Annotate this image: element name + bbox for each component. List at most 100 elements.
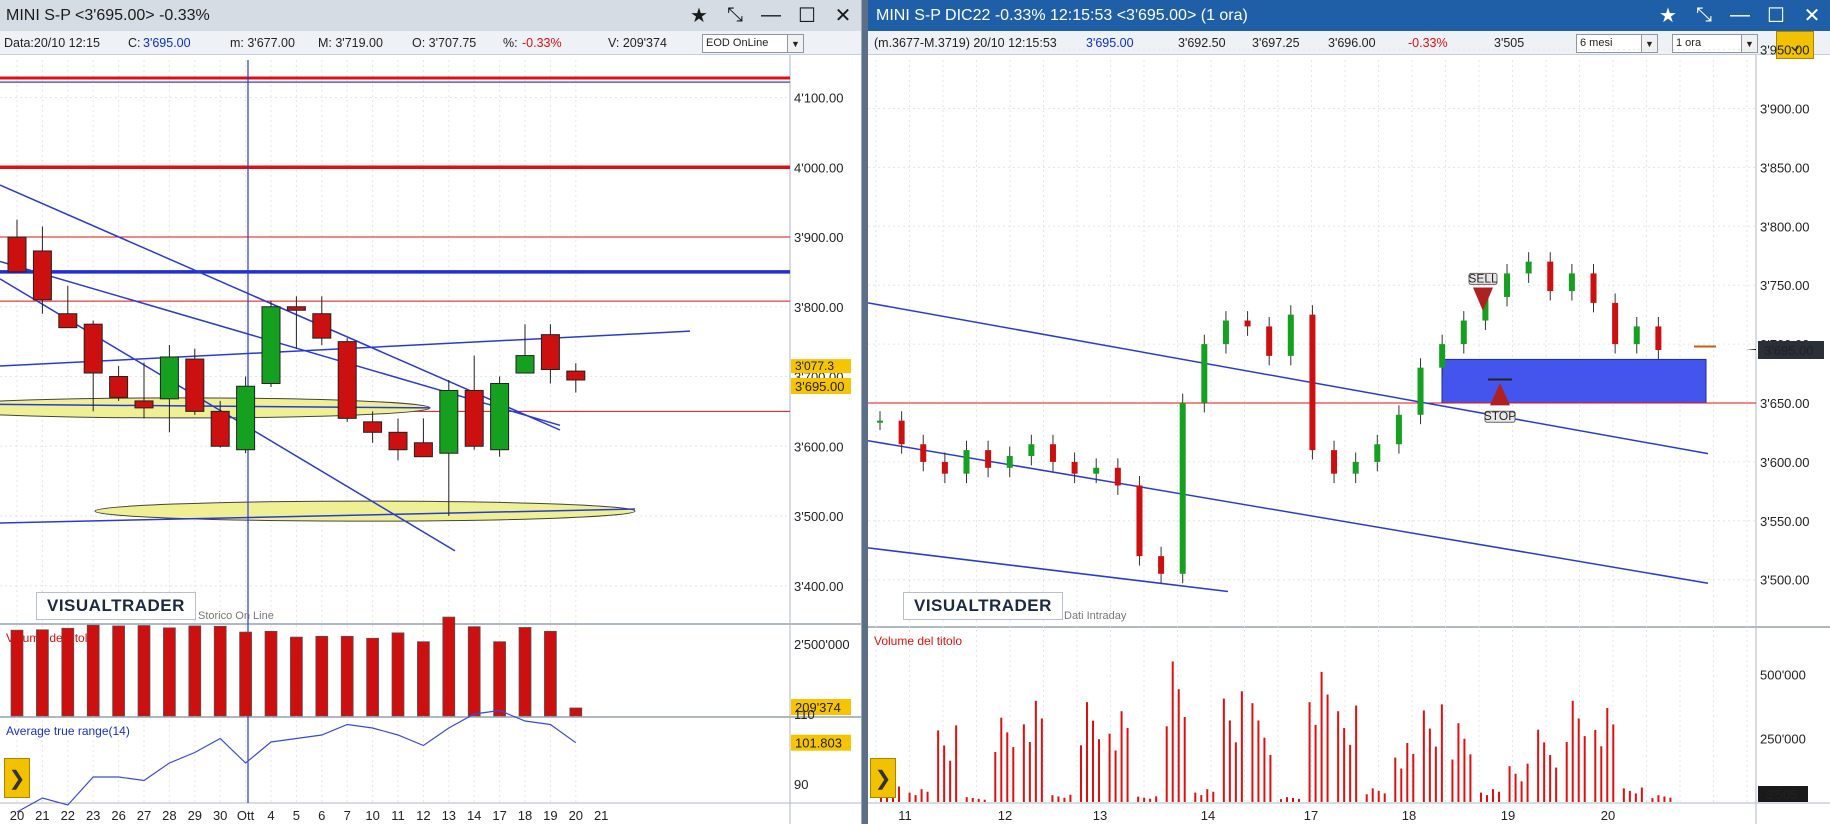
candle-body bbox=[1114, 467, 1121, 486]
candle-body bbox=[1417, 367, 1424, 415]
intraday-candle bbox=[985, 440, 992, 478]
price-tick-label: 3'500.00 bbox=[794, 509, 843, 524]
candle bbox=[159, 345, 179, 433]
volume-bar bbox=[1371, 788, 1374, 802]
candle-body bbox=[1158, 556, 1165, 574]
date-tick-label: 12 bbox=[416, 808, 430, 823]
price-tick-label: 3'800.00 bbox=[794, 300, 843, 315]
volume-bar bbox=[493, 641, 506, 717]
candle-body bbox=[1374, 444, 1381, 462]
volume-bar bbox=[1183, 717, 1186, 802]
intraday-candle bbox=[1331, 440, 1338, 484]
volume-axis-label: 2'500'000 bbox=[794, 637, 850, 652]
volume-bar bbox=[340, 635, 354, 717]
stop-label: STOP bbox=[1484, 409, 1516, 423]
candle bbox=[83, 320, 103, 412]
candle-body bbox=[83, 323, 103, 374]
volume-bar bbox=[1412, 753, 1415, 802]
volume-bar bbox=[1349, 744, 1352, 802]
intraday-candle bbox=[1201, 334, 1208, 413]
date-tick-label: 27 bbox=[137, 808, 151, 823]
candle-body bbox=[1309, 314, 1316, 451]
intraday-candle bbox=[920, 434, 927, 472]
candle-body bbox=[1352, 461, 1359, 474]
volume-bar bbox=[908, 792, 911, 802]
volume-bar bbox=[86, 624, 100, 717]
price-tick-label: 3'600.00 bbox=[1760, 455, 1809, 470]
left-chart-canvas[interactable]: 4'100.004'000.003'900.003'800.003'700.00… bbox=[0, 0, 862, 824]
candle-body bbox=[963, 450, 970, 474]
candle-body bbox=[185, 358, 205, 412]
candle-body bbox=[941, 461, 948, 474]
volume-bar bbox=[1240, 691, 1243, 802]
intraday-candle bbox=[1006, 446, 1013, 478]
intraday-candle bbox=[1395, 405, 1402, 454]
left-scroll-arrow-icon[interactable]: ❯ bbox=[4, 758, 30, 798]
date-tick-label: 18 bbox=[518, 808, 532, 823]
volume-bar bbox=[290, 636, 303, 717]
volume-bar bbox=[1108, 733, 1111, 802]
volume-bar bbox=[1492, 789, 1494, 802]
date-tick-label: 30 bbox=[213, 808, 227, 823]
candle-body bbox=[1439, 344, 1446, 368]
date-tick-label: 14 bbox=[1201, 808, 1215, 823]
candle-body bbox=[312, 313, 332, 339]
volume-bar bbox=[1308, 702, 1311, 802]
atr-tag-text: 101.803 bbox=[795, 736, 842, 751]
hidden-price-tag-text: 3'077.3 bbox=[795, 359, 834, 373]
volume-bar bbox=[1394, 757, 1397, 802]
candle-body bbox=[1244, 320, 1251, 327]
date-tick-label: 23 bbox=[86, 808, 100, 823]
candle-body bbox=[1222, 320, 1229, 345]
candle-body bbox=[985, 450, 992, 468]
date-tick-label: 13 bbox=[1093, 808, 1107, 823]
right-scroll-arrow-icon[interactable]: ❯ bbox=[870, 758, 896, 798]
volume-bar bbox=[1406, 742, 1409, 802]
volume-bar bbox=[1234, 742, 1237, 802]
volume-axis-top: 500'000 bbox=[1760, 668, 1806, 683]
volume-bar bbox=[1114, 750, 1117, 802]
date-tick-label: 7 bbox=[344, 808, 351, 823]
candle-body bbox=[1006, 456, 1013, 468]
candle bbox=[236, 376, 256, 454]
intraday-candle bbox=[1136, 476, 1143, 566]
price-tick-label: 3'550.00 bbox=[1760, 514, 1809, 529]
candle-body bbox=[210, 410, 230, 447]
volume-bar bbox=[1298, 798, 1300, 802]
volume-bar bbox=[1092, 720, 1094, 802]
volume-bar bbox=[1577, 718, 1580, 802]
candle bbox=[261, 301, 281, 387]
candle-body bbox=[7, 236, 27, 273]
price-tick-label: 3'500.00 bbox=[1760, 573, 1809, 588]
volume-bar bbox=[315, 635, 329, 717]
volume-bar bbox=[965, 797, 968, 802]
candle-body bbox=[1633, 326, 1640, 345]
volume-bar bbox=[188, 625, 202, 717]
price-tick-label: 3'600.00 bbox=[794, 439, 843, 454]
candle-body bbox=[439, 389, 459, 454]
candle-body bbox=[1655, 326, 1662, 350]
price-tick-label: 3'950.00 bbox=[1760, 43, 1809, 58]
left-visualtrader-logo: VISUALTRADER bbox=[36, 592, 196, 620]
volume-bar bbox=[1434, 746, 1437, 802]
volume-bar bbox=[1000, 717, 1003, 802]
intraday-candle bbox=[1244, 311, 1251, 336]
volume-bar bbox=[569, 707, 583, 717]
right-chart-canvas[interactable]: 3'950.00 3'900.00 3'850.00 3'800.00 3'750.00… bbox=[868, 0, 1830, 824]
volume-bar bbox=[1422, 710, 1425, 802]
date-tick-label: 13 bbox=[442, 808, 456, 823]
volume-bar bbox=[994, 752, 997, 802]
price-tick-label: 3'650.00 bbox=[1760, 396, 1809, 411]
volume-bar bbox=[1555, 767, 1558, 802]
candle-body bbox=[1071, 461, 1078, 474]
candle bbox=[464, 355, 484, 450]
price-tick-label: 4'000.00 bbox=[794, 160, 843, 175]
candle-body bbox=[877, 420, 883, 423]
volume-bar bbox=[977, 798, 980, 802]
candle-body bbox=[236, 385, 256, 451]
volume-bar bbox=[36, 629, 49, 717]
volume-bar bbox=[920, 789, 923, 802]
intraday-candle bbox=[1655, 317, 1662, 360]
volume-bar bbox=[1463, 738, 1466, 802]
intraday-candle bbox=[1266, 317, 1273, 366]
